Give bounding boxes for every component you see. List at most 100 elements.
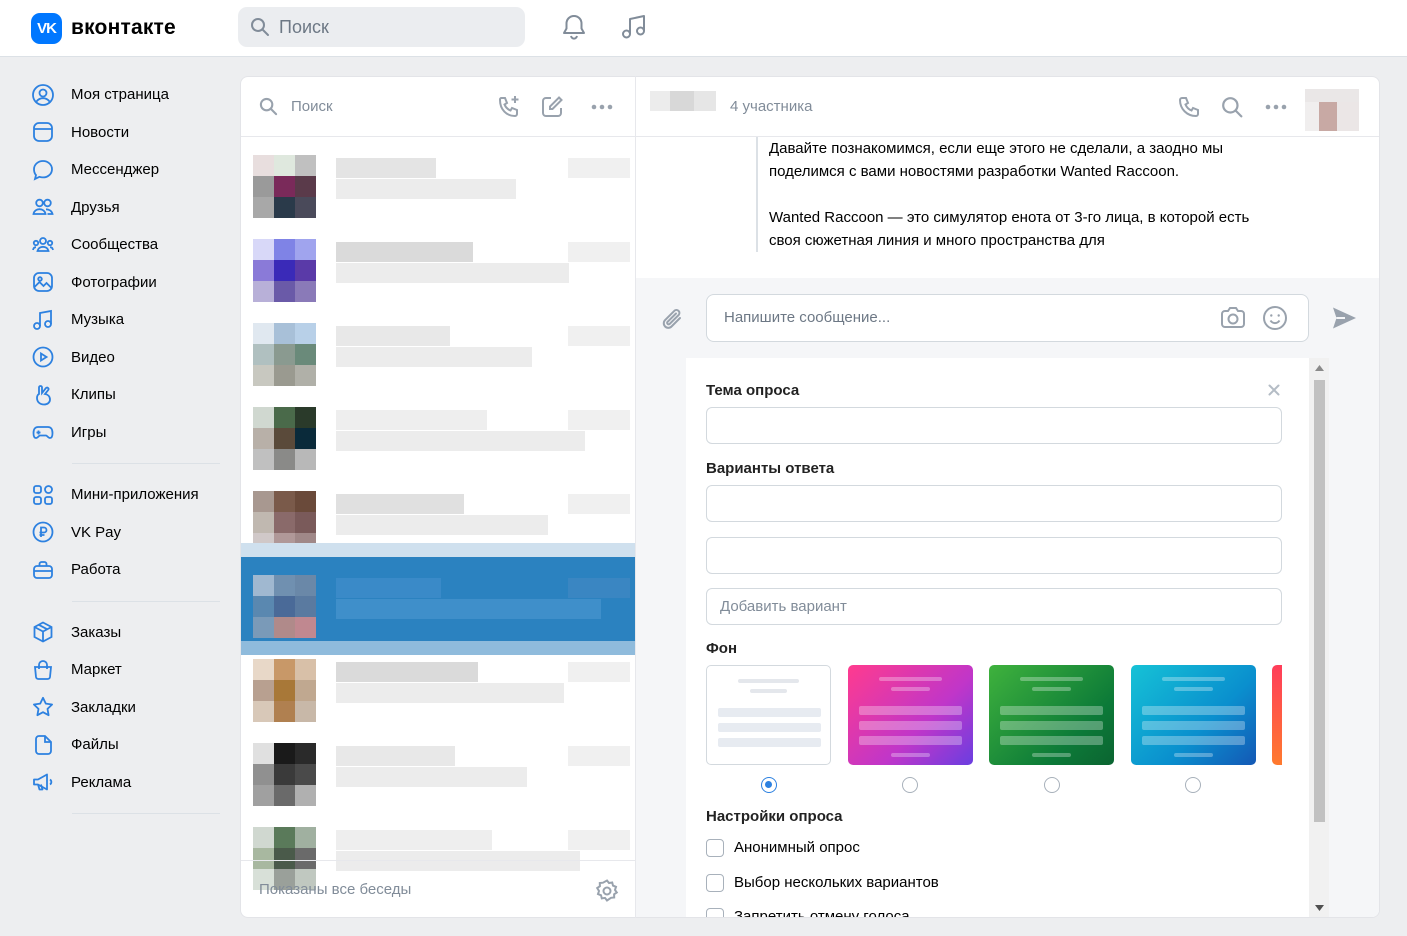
sidebar-item-clips[interactable]: Клипы bbox=[31, 376, 221, 414]
poll-answer-input-1[interactable] bbox=[706, 485, 1282, 522]
attach-icon[interactable] bbox=[660, 306, 688, 334]
poll-answers-label: Варианты ответа bbox=[706, 460, 835, 477]
message-text: Давайте познакомимся, если еще этого не … bbox=[769, 140, 1224, 180]
poll-background-orange[interactable] bbox=[1272, 665, 1282, 765]
sidebar-item-orders[interactable]: Заказы bbox=[31, 614, 221, 652]
add-call-icon[interactable] bbox=[496, 94, 522, 120]
poll-background-radio-green[interactable] bbox=[1044, 777, 1060, 793]
poll-background-white[interactable] bbox=[706, 665, 831, 765]
sidebar-item-label: Сообщества bbox=[71, 236, 159, 254]
ruble-icon bbox=[31, 520, 55, 544]
conversation-row[interactable] bbox=[241, 221, 635, 305]
scrollbar-thumb[interactable] bbox=[1314, 380, 1325, 822]
header-search-input[interactable]: Поиск bbox=[238, 7, 525, 47]
avatar-pixel bbox=[253, 827, 274, 848]
sidebar-item-video[interactable]: Видео bbox=[31, 339, 221, 377]
phone-icon[interactable] bbox=[1177, 95, 1201, 119]
sidebar-item-my-page[interactable]: Моя страница bbox=[31, 76, 221, 114]
avatar-pixel bbox=[295, 176, 316, 197]
poll-background-teal[interactable] bbox=[1131, 665, 1256, 765]
poll-background-green[interactable] bbox=[989, 665, 1114, 765]
avatar-pixel bbox=[295, 575, 316, 596]
send-icon[interactable] bbox=[1330, 305, 1358, 331]
conversation-row[interactable] bbox=[241, 389, 635, 473]
avatar-pixel bbox=[295, 323, 316, 344]
avatar-pixel bbox=[253, 365, 274, 386]
chat-title[interactable] bbox=[650, 91, 716, 111]
sidebar-item-mini-apps[interactable]: Мини-приложения bbox=[31, 476, 221, 514]
poll-topic-input[interactable] bbox=[706, 407, 1282, 444]
sidebar-item-vk-pay[interactable]: VK Pay bbox=[31, 514, 221, 552]
avatar-pixel bbox=[253, 197, 274, 218]
more-icon[interactable] bbox=[591, 104, 613, 110]
avatar-pixel bbox=[253, 764, 274, 785]
poll-add-option-input[interactable]: Добавить вариант bbox=[706, 588, 1282, 625]
sidebar-item-market[interactable]: Маркет bbox=[31, 651, 221, 689]
sidebar-item-work[interactable]: Работа bbox=[31, 551, 221, 589]
close-icon[interactable] bbox=[1268, 384, 1280, 396]
avatar-pixel bbox=[274, 176, 295, 197]
sidebar-item-photos[interactable]: Фотографии bbox=[31, 264, 221, 302]
sidebar-item-communities[interactable]: Сообщества bbox=[31, 226, 221, 264]
conversation-time bbox=[568, 830, 630, 850]
sidebar-item-news[interactable]: Новости bbox=[31, 114, 221, 152]
top-bar: VK вконтакте Поиск bbox=[0, 0, 1407, 57]
bell-icon[interactable] bbox=[561, 13, 587, 41]
sidebar-item-bookmarks[interactable]: Закладки bbox=[31, 689, 221, 727]
sidebar-item-files[interactable]: Файлы bbox=[31, 726, 221, 764]
sidebar-item-label: Новости bbox=[71, 123, 130, 141]
gamepad-icon bbox=[31, 420, 55, 444]
conversation-time bbox=[568, 578, 630, 598]
compose-icon[interactable] bbox=[540, 95, 564, 119]
avatar-pixel bbox=[295, 701, 316, 722]
conversation-row[interactable] bbox=[241, 641, 635, 725]
chat-avatar[interactable] bbox=[1305, 89, 1359, 131]
avatar-pixel bbox=[274, 785, 295, 806]
conversation-row[interactable] bbox=[241, 305, 635, 389]
sidebar-item-games[interactable]: Игры bbox=[31, 414, 221, 452]
settings-icon[interactable] bbox=[594, 878, 620, 904]
conversations-search-input[interactable]: Поиск bbox=[291, 98, 333, 115]
chat-participants[interactable]: 4 участника bbox=[730, 98, 812, 115]
scroll-up-icon[interactable] bbox=[1315, 365, 1324, 371]
bg-line bbox=[718, 723, 821, 732]
bg-line bbox=[879, 677, 942, 681]
avatar-pixel bbox=[295, 827, 316, 848]
music-icon[interactable] bbox=[620, 13, 648, 41]
disable-vote-cancel-checkbox[interactable] bbox=[706, 908, 724, 917]
avatar-pixel bbox=[274, 155, 295, 176]
bg-line bbox=[718, 708, 821, 717]
conversation-row[interactable] bbox=[241, 725, 635, 809]
poll-background-radio-pink[interactable] bbox=[902, 777, 918, 793]
camera-icon[interactable] bbox=[1219, 305, 1247, 331]
anonymous-poll-checkbox[interactable] bbox=[706, 839, 724, 857]
avatar-pixel bbox=[274, 512, 295, 533]
poll-background-radio-white[interactable] bbox=[761, 777, 777, 793]
poll-scrollbar[interactable] bbox=[1309, 358, 1329, 917]
poll-background-pink[interactable] bbox=[848, 665, 973, 765]
conversation-row[interactable] bbox=[241, 137, 635, 221]
poll-background-radio-teal[interactable] bbox=[1185, 777, 1201, 793]
avatar-pixel bbox=[295, 533, 316, 554]
vk-logo[interactable]: VK вконтакте bbox=[31, 12, 176, 44]
sidebar-item-music[interactable]: Музыка bbox=[31, 301, 221, 339]
vk-logo-text: вконтакте bbox=[71, 16, 176, 39]
sidebar-item-ads[interactable]: Реклама bbox=[31, 764, 221, 802]
message-bubble: Давайте познакомимся, если еще этого не … bbox=[756, 137, 1256, 252]
avatar-pixel bbox=[274, 407, 295, 428]
conversation-row[interactable] bbox=[241, 473, 635, 557]
message-input[interactable]: Напишите сообщение... bbox=[706, 294, 1309, 342]
sidebar-item-label: Заказы bbox=[71, 623, 122, 641]
bg-line bbox=[859, 706, 962, 715]
multiple-choice-checkbox[interactable] bbox=[706, 874, 724, 892]
search-icon[interactable] bbox=[1221, 96, 1243, 118]
conversation-name bbox=[336, 242, 473, 262]
scroll-down-icon[interactable] bbox=[1315, 905, 1324, 911]
sidebar-item-friends[interactable]: Друзья bbox=[31, 189, 221, 227]
poll-answer-input-2[interactable] bbox=[706, 537, 1282, 574]
conversation-row[interactable] bbox=[241, 557, 635, 641]
bg-line bbox=[718, 738, 821, 747]
smile-icon[interactable] bbox=[1262, 305, 1288, 331]
more-icon[interactable] bbox=[1265, 104, 1287, 110]
sidebar-item-messenger[interactable]: Мессенджер bbox=[31, 151, 221, 189]
